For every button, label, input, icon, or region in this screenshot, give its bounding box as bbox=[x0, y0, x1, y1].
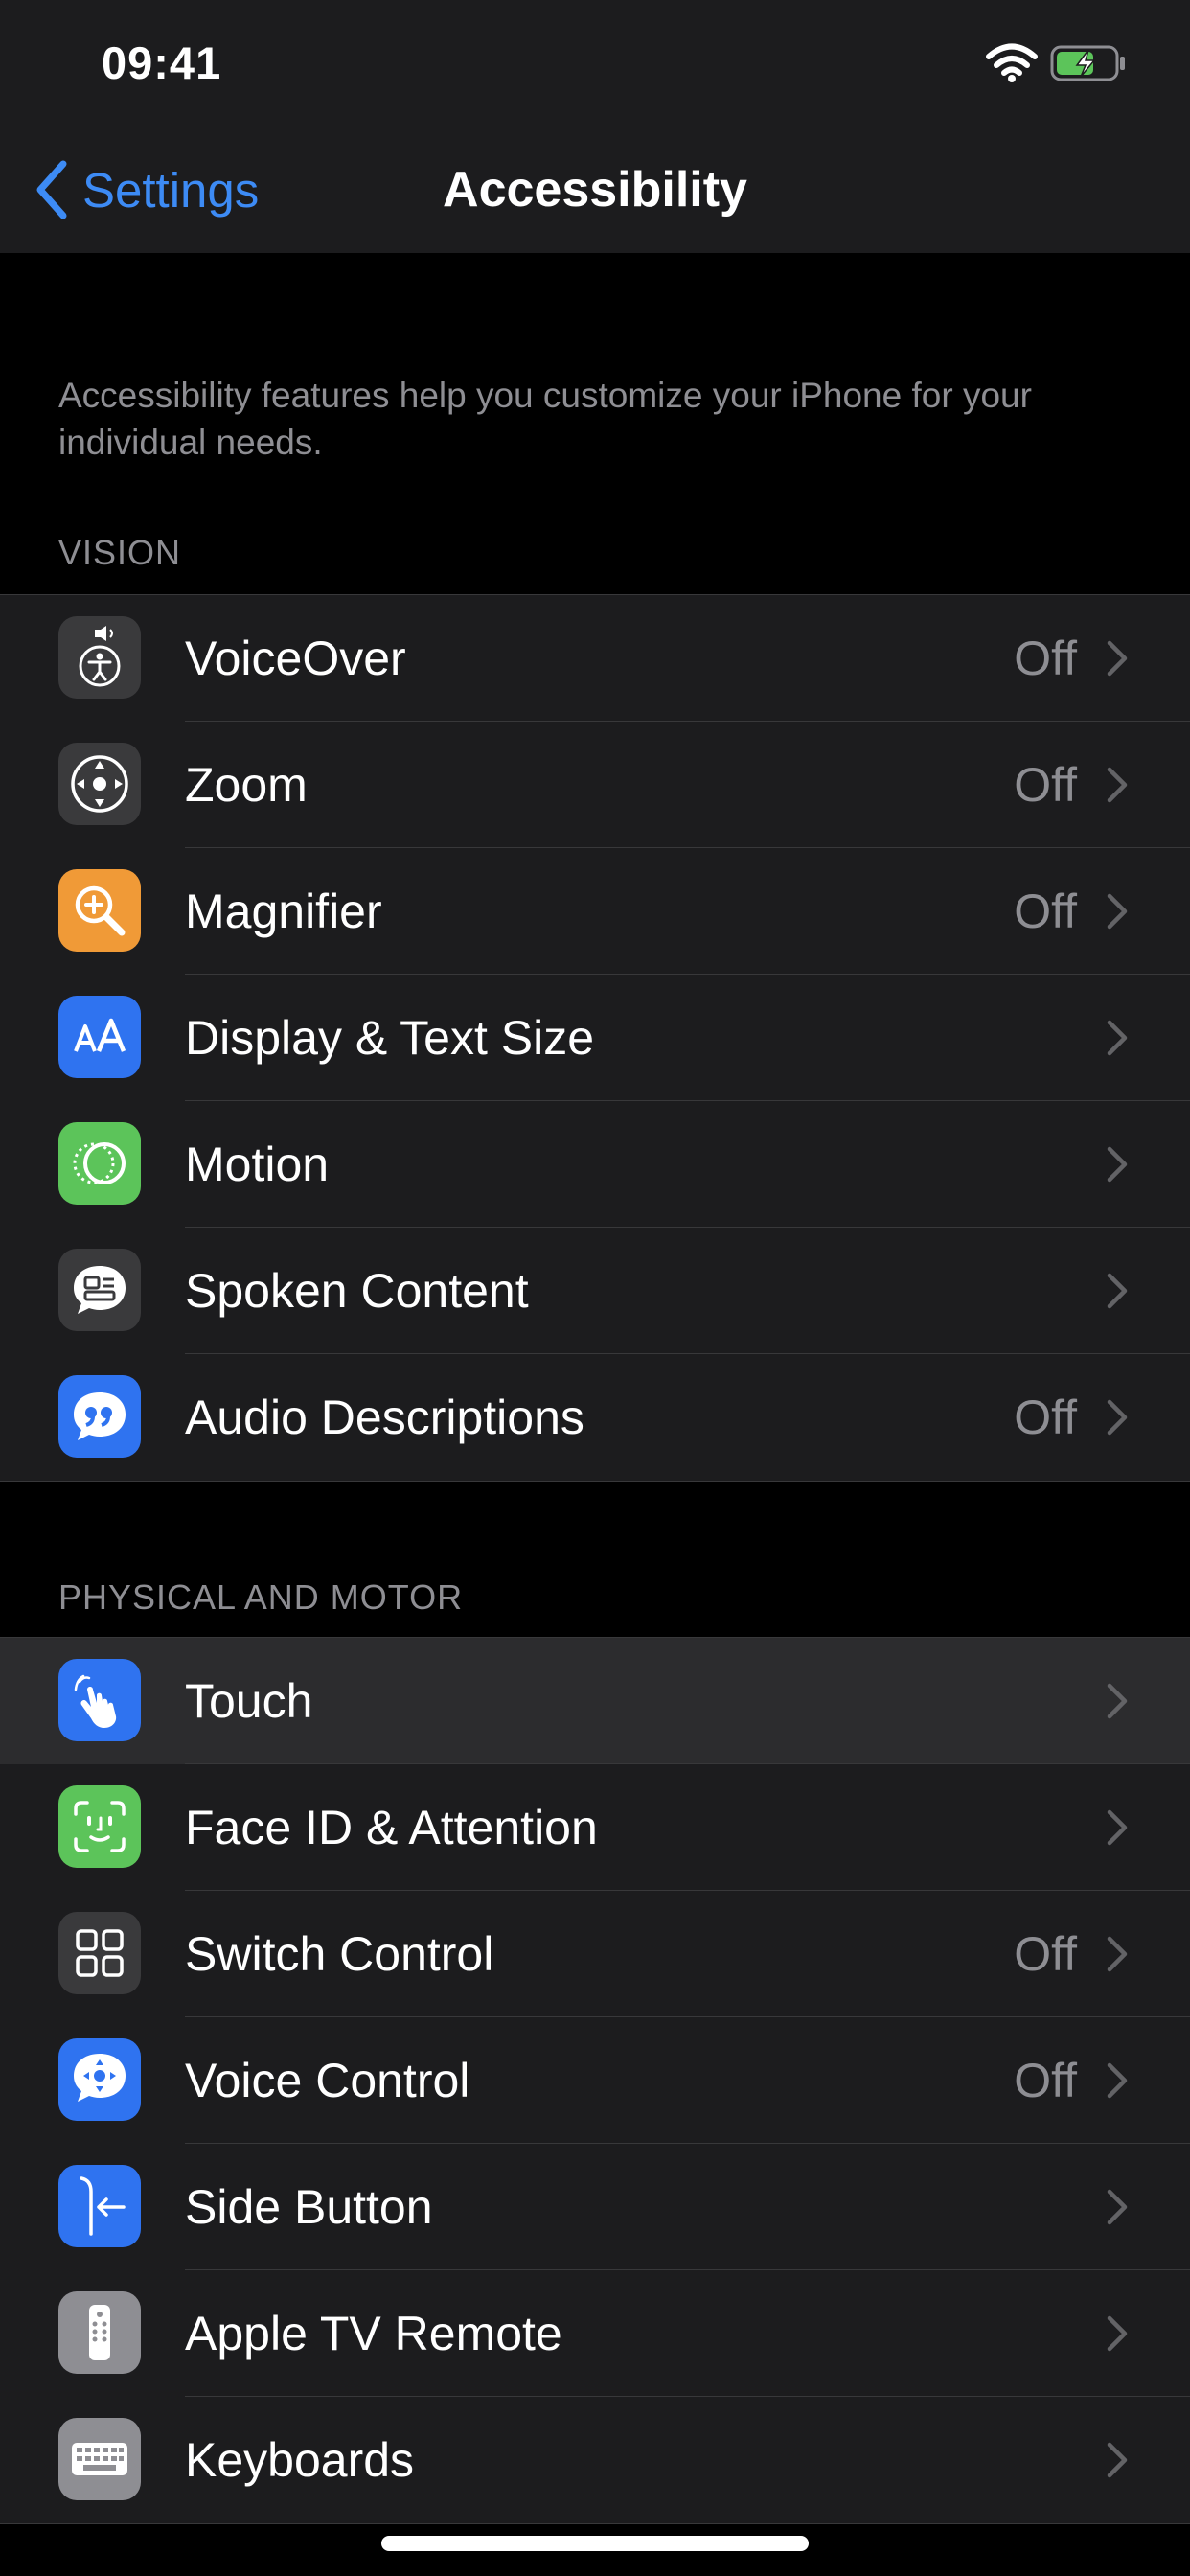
row-label: Switch Control bbox=[185, 1927, 494, 1981]
face-id-icon bbox=[58, 1785, 141, 1868]
row-touch[interactable]: Touch bbox=[0, 1638, 1190, 1764]
wifi-icon bbox=[986, 43, 1038, 82]
chevron-right-icon bbox=[1107, 1146, 1128, 1183]
chevron-right-icon bbox=[1107, 2315, 1128, 2352]
voiceover-icon bbox=[58, 616, 141, 699]
chevron-right-icon bbox=[1107, 767, 1128, 803]
row-switch-control[interactable]: Switch Control Off bbox=[0, 1891, 1190, 2017]
row-label: Touch bbox=[185, 1674, 313, 1728]
row-apple-tv-remote[interactable]: Apple TV Remote bbox=[0, 2270, 1190, 2397]
row-voiceover[interactable]: VoiceOver Off bbox=[0, 595, 1190, 722]
row-keyboards[interactable]: Keyboards bbox=[0, 2397, 1190, 2523]
touch-icon bbox=[58, 1659, 141, 1741]
motion-icon bbox=[58, 1122, 141, 1205]
battery-charging-icon bbox=[1050, 45, 1125, 81]
row-spoken-content[interactable]: Spoken Content bbox=[0, 1228, 1190, 1354]
section-header-vision: VISION bbox=[58, 533, 182, 572]
row-value: Off bbox=[1014, 632, 1077, 685]
row-label: VoiceOver bbox=[185, 632, 406, 685]
voice-control-icon bbox=[58, 2038, 141, 2121]
chevron-right-icon bbox=[1107, 2189, 1128, 2225]
keyboard-icon bbox=[58, 2418, 141, 2500]
row-motion[interactable]: Motion bbox=[0, 1101, 1190, 1228]
row-label: Zoom bbox=[185, 758, 308, 812]
text-size-icon bbox=[58, 996, 141, 1078]
row-label: Motion bbox=[185, 1138, 330, 1191]
row-zoom[interactable]: Zoom Off bbox=[0, 722, 1190, 848]
row-value: Off bbox=[1014, 1927, 1077, 1981]
switch-control-icon bbox=[58, 1912, 141, 1994]
chevron-right-icon bbox=[1107, 1399, 1128, 1436]
status-bar: 09:41 bbox=[0, 0, 1190, 126]
row-magnifier[interactable]: Magnifier Off bbox=[0, 848, 1190, 975]
row-face-id-attention[interactable]: Face ID & Attention bbox=[0, 1764, 1190, 1891]
chevron-right-icon bbox=[1107, 1809, 1128, 1846]
status-time: 09:41 bbox=[102, 37, 222, 88]
row-display-text-size[interactable]: Display & Text Size bbox=[0, 975, 1190, 1101]
row-value: Off bbox=[1014, 758, 1077, 812]
intro-description: Accessibility features help you customiz… bbox=[58, 376, 1032, 462]
page-title: Accessibility bbox=[443, 162, 747, 218]
navigation-bar: Settings Accessibility bbox=[0, 126, 1190, 253]
home-indicator[interactable] bbox=[381, 2536, 809, 2551]
row-label: Audio Descriptions bbox=[185, 1391, 584, 1444]
chevron-right-icon bbox=[1107, 1683, 1128, 1719]
chevron-right-icon bbox=[1107, 640, 1128, 677]
row-side-button[interactable]: Side Button bbox=[0, 2144, 1190, 2270]
row-label: Display & Text Size bbox=[185, 1011, 595, 1065]
zoom-icon bbox=[58, 743, 141, 825]
spoken-content-icon bbox=[58, 1249, 141, 1331]
audio-descriptions-icon bbox=[58, 1375, 141, 1458]
row-voice-control[interactable]: Voice Control Off bbox=[0, 2017, 1190, 2144]
row-label: Face ID & Attention bbox=[185, 1801, 598, 1854]
row-label: Keyboards bbox=[185, 2433, 415, 2487]
chevron-right-icon bbox=[1107, 1936, 1128, 1972]
physical-motor-group: Touch Face ID & Attention Switch Control… bbox=[0, 1637, 1190, 2524]
section-header-physical-motor: PHYSICAL AND MOTOR bbox=[58, 1577, 464, 1617]
row-label: Voice Control bbox=[185, 2054, 470, 2107]
chevron-right-icon bbox=[1107, 1020, 1128, 1056]
side-button-icon bbox=[58, 2165, 141, 2247]
row-label: Apple TV Remote bbox=[185, 2307, 562, 2360]
row-value: Off bbox=[1014, 1391, 1077, 1444]
row-value: Off bbox=[1014, 2054, 1077, 2107]
row-label: Magnifier bbox=[185, 885, 382, 938]
row-label: Spoken Content bbox=[185, 1264, 529, 1318]
chevron-right-icon bbox=[1107, 893, 1128, 930]
chevron-right-icon bbox=[1107, 1273, 1128, 1309]
chevron-right-icon bbox=[1107, 2442, 1128, 2478]
row-audio-descriptions[interactable]: Audio Descriptions Off bbox=[0, 1354, 1190, 1481]
chevron-right-icon bbox=[1107, 2062, 1128, 2099]
apple-tv-remote-icon bbox=[58, 2291, 141, 2374]
row-value: Off bbox=[1014, 885, 1077, 938]
row-label: Side Button bbox=[185, 2180, 433, 2234]
magnifier-icon bbox=[58, 869, 141, 952]
vision-group: VoiceOver Off Zoom Off Magnifier Off Dis… bbox=[0, 594, 1190, 1482]
